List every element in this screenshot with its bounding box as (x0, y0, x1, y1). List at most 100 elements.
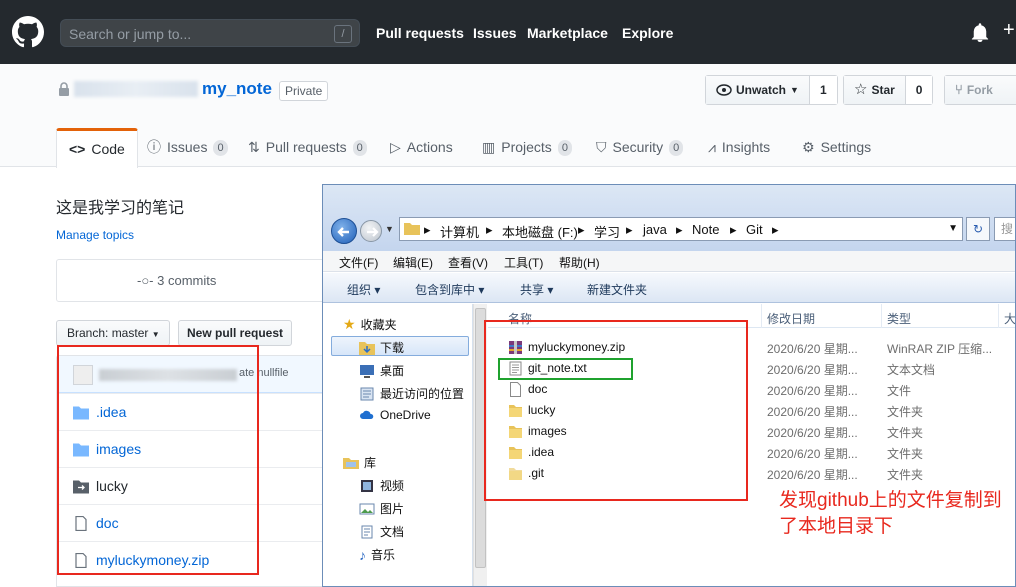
star-label: Star (871, 83, 895, 97)
shield-icon: ⛉ (596, 139, 607, 155)
address-bar[interactable]: ▸ 计算机 ▸ 本地磁盘 (F:) ▸ 学习 ▸ java ▸ Note ▸ G… (399, 217, 963, 241)
nav-label: 下载 (380, 341, 405, 355)
breadcrumb-item[interactable]: java (643, 222, 667, 237)
menu-edit[interactable]: 编辑(E) (393, 254, 433, 271)
tab-label: Settings (820, 139, 872, 155)
star-button[interactable]: ☆ Star (844, 76, 905, 104)
nav-label: 视频 (380, 479, 405, 493)
breadcrumb-separator-icon: ▸ (772, 222, 779, 237)
breadcrumb-item[interactable]: 本地磁盘 (F:) (502, 222, 578, 241)
commits-link[interactable]: -○- 3 commits (137, 273, 216, 288)
menu-view[interactable]: 查看(V) (448, 254, 488, 271)
breadcrumb-separator-icon: ▸ (626, 222, 633, 237)
star-icon: ★ (343, 316, 356, 332)
watch-button-group[interactable]: Unwatch ▼ 1 (705, 75, 838, 105)
menu-tools[interactable]: 工具(T) (504, 254, 543, 271)
column-type[interactable]: 类型 (887, 310, 911, 327)
manage-topics-link[interactable]: Manage topics (56, 228, 134, 242)
nav-onedrive[interactable]: OneDrive (359, 408, 431, 422)
nav-downloads[interactable]: 下载 (359, 339, 404, 356)
tab-code[interactable]: <> Code (56, 128, 138, 168)
back-arrow-icon[interactable] (331, 218, 357, 244)
new-pull-request-button[interactable]: New pull request (178, 320, 292, 346)
nav-label: 文档 (380, 525, 405, 539)
code-icon: <> (69, 141, 86, 157)
nav-favorites[interactable]: ★ 收藏夹 (343, 316, 397, 333)
nav-documents[interactable]: 文档 (359, 523, 404, 540)
annotation-text: 发现github上的文件复制到了本地目录下 (779, 490, 1002, 537)
address-dropdown-icon[interactable]: ▼ (948, 223, 958, 234)
watch-count[interactable]: 1 (808, 76, 837, 104)
video-icon (361, 479, 373, 492)
nav-pull-requests[interactable]: Pull requests (376, 25, 464, 41)
file-date: 2020/6/20 星期... (767, 384, 858, 398)
organize-button[interactable]: 组织 ▾ (347, 281, 380, 298)
tab-insights[interactable]: ⩘ Insights (708, 128, 770, 167)
tab-pull-requests[interactable]: ⇅ Pull requests 0 (248, 128, 367, 167)
chevron-down-icon: ▼ (151, 330, 160, 339)
nav-pictures[interactable]: 图片 (359, 500, 404, 517)
owner-name-blurred (74, 81, 198, 97)
recent-places-icon (360, 387, 374, 400)
file-date: 2020/6/20 星期... (767, 426, 858, 440)
bell-icon[interactable] (970, 22, 990, 42)
share-button[interactable]: 共享 ▾ (520, 281, 553, 298)
explorer-nav-bar: ▼ ▸ 计算机 ▸ 本地磁盘 (F:) ▸ 学习 ▸ java ▸ Note ▸… (323, 185, 1015, 251)
breadcrumb-item[interactable]: 学习 (594, 222, 620, 241)
recent-pages-dropdown-icon[interactable]: ▼ (385, 224, 394, 234)
tab-actions[interactable]: ▷ Actions (390, 128, 453, 167)
tab-security[interactable]: ⛉ Security 0 (596, 128, 684, 167)
music-icon: ♪ (359, 546, 366, 563)
nav-videos[interactable]: 视频 (359, 477, 404, 494)
nav-recent-places[interactable]: 最近访问的位置 (359, 385, 464, 402)
file-type: 文件 (887, 384, 912, 398)
breadcrumb-item[interactable]: 计算机 (440, 222, 479, 241)
include-in-library-button[interactable]: 包含到库中 ▾ (415, 281, 484, 298)
repo-name-link[interactable]: my_note (202, 79, 272, 99)
download-folder-icon (359, 341, 375, 355)
nav-label: 库 (364, 456, 377, 470)
pull-request-icon: ⇅ (248, 139, 260, 155)
column-date[interactable]: 修改日期 (767, 310, 815, 327)
menu-help[interactable]: 帮助(H) (559, 254, 600, 271)
star-icon: ☆ (854, 81, 868, 98)
breadcrumb-item[interactable]: Note (692, 222, 719, 237)
branch-select-button[interactable]: Branch: master ▼ (56, 320, 170, 346)
star-count[interactable]: 0 (904, 76, 933, 104)
fork-button-group[interactable]: ⑂ Fork (944, 75, 1016, 105)
menu-file[interactable]: 文件(F) (339, 254, 378, 271)
desktop-icon (360, 364, 374, 378)
explorer-search-input[interactable]: 搜 (994, 217, 1015, 241)
branch-label: Branch: master (67, 326, 149, 340)
column-divider[interactable] (761, 304, 762, 328)
nav-issues[interactable]: Issues (473, 25, 517, 41)
column-size[interactable]: 大 (1004, 310, 1015, 327)
search-input[interactable]: Search or jump to... / (60, 19, 360, 47)
tab-settings[interactable]: ⚙ Settings (802, 128, 871, 167)
breadcrumb-separator-icon: ▸ (486, 222, 493, 237)
tab-projects[interactable]: ▥ Projects 0 (482, 128, 572, 167)
file-date: 2020/6/20 星期... (767, 405, 858, 419)
nav-music[interactable]: ♪ 音乐 (359, 546, 395, 563)
tab-issues[interactable]: ⓘ Issues 0 (147, 128, 228, 167)
nav-marketplace[interactable]: Marketplace (527, 25, 608, 41)
nav-explore[interactable]: Explore (622, 25, 673, 41)
nav-libraries[interactable]: 库 (343, 454, 376, 471)
fork-button[interactable]: ⑂ Fork (945, 76, 1016, 104)
new-folder-button[interactable]: 新建文件夹 (587, 281, 647, 298)
create-new-plus-icon[interactable]: + (1003, 19, 1015, 42)
unwatch-button[interactable]: Unwatch ▼ (706, 76, 809, 104)
github-logo-icon[interactable] (12, 16, 44, 48)
breadcrumb-item[interactable]: Git (746, 222, 763, 237)
column-divider[interactable] (998, 304, 999, 328)
file-type: 文件夹 (887, 468, 924, 482)
tab-label: Issues (167, 139, 208, 155)
file-date: 2020/6/20 星期... (767, 468, 858, 482)
column-divider[interactable] (881, 304, 882, 328)
file-date: 2020/6/20 星期... (767, 447, 858, 461)
refresh-icon[interactable]: ↻ (966, 217, 990, 241)
forward-arrow-icon[interactable] (360, 220, 382, 242)
breadcrumb-separator-icon: ▸ (730, 222, 737, 237)
star-button-group[interactable]: ☆ Star 0 (843, 75, 934, 105)
nav-desktop[interactable]: 桌面 (359, 362, 404, 379)
